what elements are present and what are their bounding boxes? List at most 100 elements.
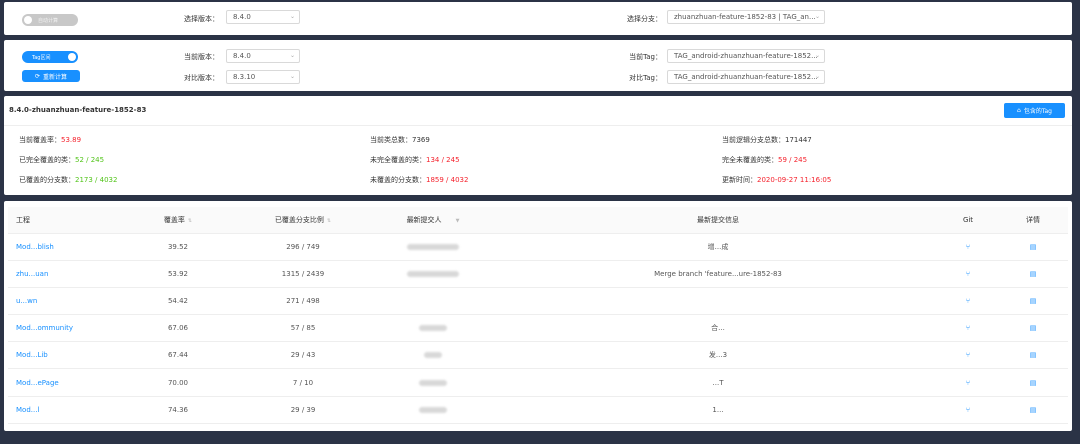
coverage-cell: 74.36 — [118, 396, 238, 424]
project-link[interactable]: Mod...l — [8, 396, 118, 424]
git-branch-icon[interactable]: ⑂ — [938, 368, 998, 397]
included-tags-button[interactable]: ⌂ 包含的Tag — [1004, 103, 1065, 118]
coverage-cell: 67.44 — [118, 341, 238, 370]
current-version-label: 当前版本： — [184, 53, 219, 61]
file-icon[interactable]: ▤ — [998, 368, 1068, 397]
stat-coverage: 当前覆盖率：53.89 — [19, 135, 81, 145]
file-icon[interactable]: ▤ — [998, 233, 1068, 261]
file-icon[interactable]: ▤ — [998, 260, 1068, 288]
version-select[interactable]: 8.4.0 ⌄ — [226, 10, 300, 24]
sort-icon[interactable]: ⇅ — [188, 218, 192, 224]
git-branch-icon[interactable]: ⑂ — [938, 260, 998, 288]
committer-cell — [368, 368, 498, 397]
git-branch-icon[interactable]: ⑂ — [938, 314, 998, 343]
git-branch-icon[interactable]: ⑂ — [938, 396, 998, 424]
chevron-down-icon: ⌄ — [289, 52, 295, 59]
col-detail: 详情 — [998, 207, 1068, 234]
stat-not-full-covered: 未完全覆盖的类：134 / 245 — [370, 155, 460, 165]
stat-label: 当前覆盖率： — [19, 136, 61, 144]
compare-tag-label: 对比Tag： — [629, 74, 662, 82]
table-row: Mod...ePage 70.00 7 / 10 ...T ⑂ ▤ — [8, 368, 1068, 397]
chevron-down-icon: ⌄ — [814, 73, 820, 80]
ratio-cell: 29 / 43 — [238, 341, 368, 370]
stat-class-total: 当前类总数：7369 — [370, 135, 430, 145]
git-branch-icon[interactable]: ⑂ — [938, 341, 998, 370]
project-link[interactable]: Mod...ommunity — [8, 314, 118, 343]
table-row: Mod...ommunity 67.06 57 / 85 合... ⑂ ▤ — [8, 314, 1068, 343]
committer-cell — [368, 260, 498, 288]
stat-label: 更新时间： — [722, 176, 757, 184]
committer-cell — [368, 396, 498, 424]
col-branch-ratio[interactable]: 已覆盖分支比例 ⇅ — [238, 207, 368, 234]
tag-range-toggle[interactable]: Tag区间 — [22, 51, 78, 63]
project-link[interactable]: u...wn — [8, 287, 118, 316]
filter-icon[interactable]: ▼ — [456, 218, 460, 224]
version-label: 选择版本： — [184, 15, 219, 23]
project-link[interactable]: Mod...Lib — [8, 341, 118, 370]
commit-msg-cell: 1... — [498, 396, 938, 424]
stat-value: 1859 / 4032 — [426, 176, 469, 184]
stat-value: 171447 — [785, 136, 812, 144]
branch-label: 选择分支： — [627, 15, 662, 23]
coverage-cell: 53.92 — [118, 260, 238, 288]
table-header-row: 工程 覆盖率 ⇅ 已覆盖分支比例 ⇅ 最新提交人 ▼ 最新提交信息 Git 详情 — [8, 207, 1068, 234]
col-committer[interactable]: 最新提交人 ▼ — [368, 207, 498, 234]
recalculate-label: 重新计算 — [43, 73, 68, 81]
col-git: Git — [938, 207, 998, 234]
project-link[interactable]: zhu...uan — [8, 260, 118, 288]
commit-msg-cell: 合... — [498, 314, 938, 343]
stat-full-covered: 已完全覆盖的类：52 / 245 — [19, 155, 104, 165]
current-version-value: 8.4.0 — [233, 52, 251, 60]
stat-value: 2020-09-27 11:16:05 — [757, 176, 832, 184]
stat-value: 2173 / 4032 — [75, 176, 118, 184]
stat-label: 已覆盖的分支数： — [19, 176, 75, 184]
recalculate-button[interactable]: ⟳ 重新计算 — [22, 70, 80, 82]
summary-panel: 8.4.0-zhuanzhuan-feature-1852-83 ⌂ 包含的Ta… — [4, 96, 1072, 195]
coverage-cell: 54.42 — [118, 287, 238, 316]
col-project: 工程 — [8, 207, 118, 234]
ratio-cell: 296 / 749 — [238, 233, 368, 261]
git-branch-icon[interactable]: ⑂ — [938, 287, 998, 316]
version-select-value: 8.4.0 — [233, 13, 251, 21]
file-icon[interactable]: ▤ — [998, 287, 1068, 316]
committer-cell — [368, 314, 498, 343]
summary-title: 8.4.0-zhuanzhuan-feature-1852-83 — [9, 106, 147, 114]
chevron-down-icon: ⌄ — [289, 13, 295, 20]
current-tag-select[interactable]: TAG_android-zhuanzhuan-feature-1852... ⌄ — [667, 49, 825, 63]
git-branch-icon[interactable]: ⑂ — [938, 233, 998, 261]
table-row: Mod...Lib 67.44 29 / 43 发...3 ⑂ ▤ — [8, 341, 1068, 370]
table-row: Mod...l 74.36 29 / 39 1... ⑂ ▤ — [8, 396, 1068, 424]
compare-tag-select[interactable]: TAG_android-zhuanzhuan-feature-1852... ⌄ — [667, 70, 825, 84]
ratio-cell: 57 / 85 — [238, 314, 368, 343]
stat-value: 59 / 245 — [778, 156, 808, 164]
stat-label: 当前逻辑分支总数： — [722, 136, 785, 144]
compare-version-label: 对比版本： — [184, 74, 219, 82]
chevron-down-icon: ⌄ — [814, 52, 820, 59]
current-tag-value: TAG_android-zhuanzhuan-feature-1852... — [674, 52, 818, 60]
coverage-cell: 67.06 — [118, 314, 238, 343]
branch-select[interactable]: zhuanzhuan-feature-1852-83 | TAG_an... ⌄ — [667, 10, 825, 24]
file-icon[interactable]: ▤ — [998, 396, 1068, 424]
col-coverage[interactable]: 覆盖率 ⇅ — [118, 207, 238, 234]
auto-calc-toggle[interactable]: 自动计算 — [22, 14, 78, 26]
refresh-icon: ⟳ — [34, 72, 40, 80]
compare-version-select[interactable]: 8.3.10 ⌄ — [226, 70, 300, 84]
sort-icon[interactable]: ⇅ — [327, 218, 331, 224]
commit-msg-cell — [498, 287, 938, 316]
project-link[interactable]: Mod...ePage — [8, 368, 118, 397]
current-version-select[interactable]: 8.4.0 ⌄ — [226, 49, 300, 63]
ratio-cell: 1315 / 2439 — [238, 260, 368, 288]
project-link[interactable]: Mod...blish — [8, 233, 118, 261]
coverage-cell: 70.00 — [118, 368, 238, 397]
summary-header: 8.4.0-zhuanzhuan-feature-1852-83 ⌂ 包含的Ta… — [4, 96, 1072, 126]
stat-value: 134 / 245 — [426, 156, 460, 164]
file-icon[interactable]: ▤ — [998, 341, 1068, 370]
file-icon[interactable]: ▤ — [998, 314, 1068, 343]
toggle-knob — [24, 16, 32, 24]
stat-label: 已完全覆盖的类： — [19, 156, 75, 164]
branch-select-value: zhuanzhuan-feature-1852-83 | TAG_an... — [674, 13, 816, 21]
chevron-down-icon: ⌄ — [289, 73, 295, 80]
committer-cell — [368, 341, 498, 370]
stat-branch-total: 当前逻辑分支总数：171447 — [722, 135, 812, 145]
ratio-cell: 29 / 39 — [238, 396, 368, 424]
